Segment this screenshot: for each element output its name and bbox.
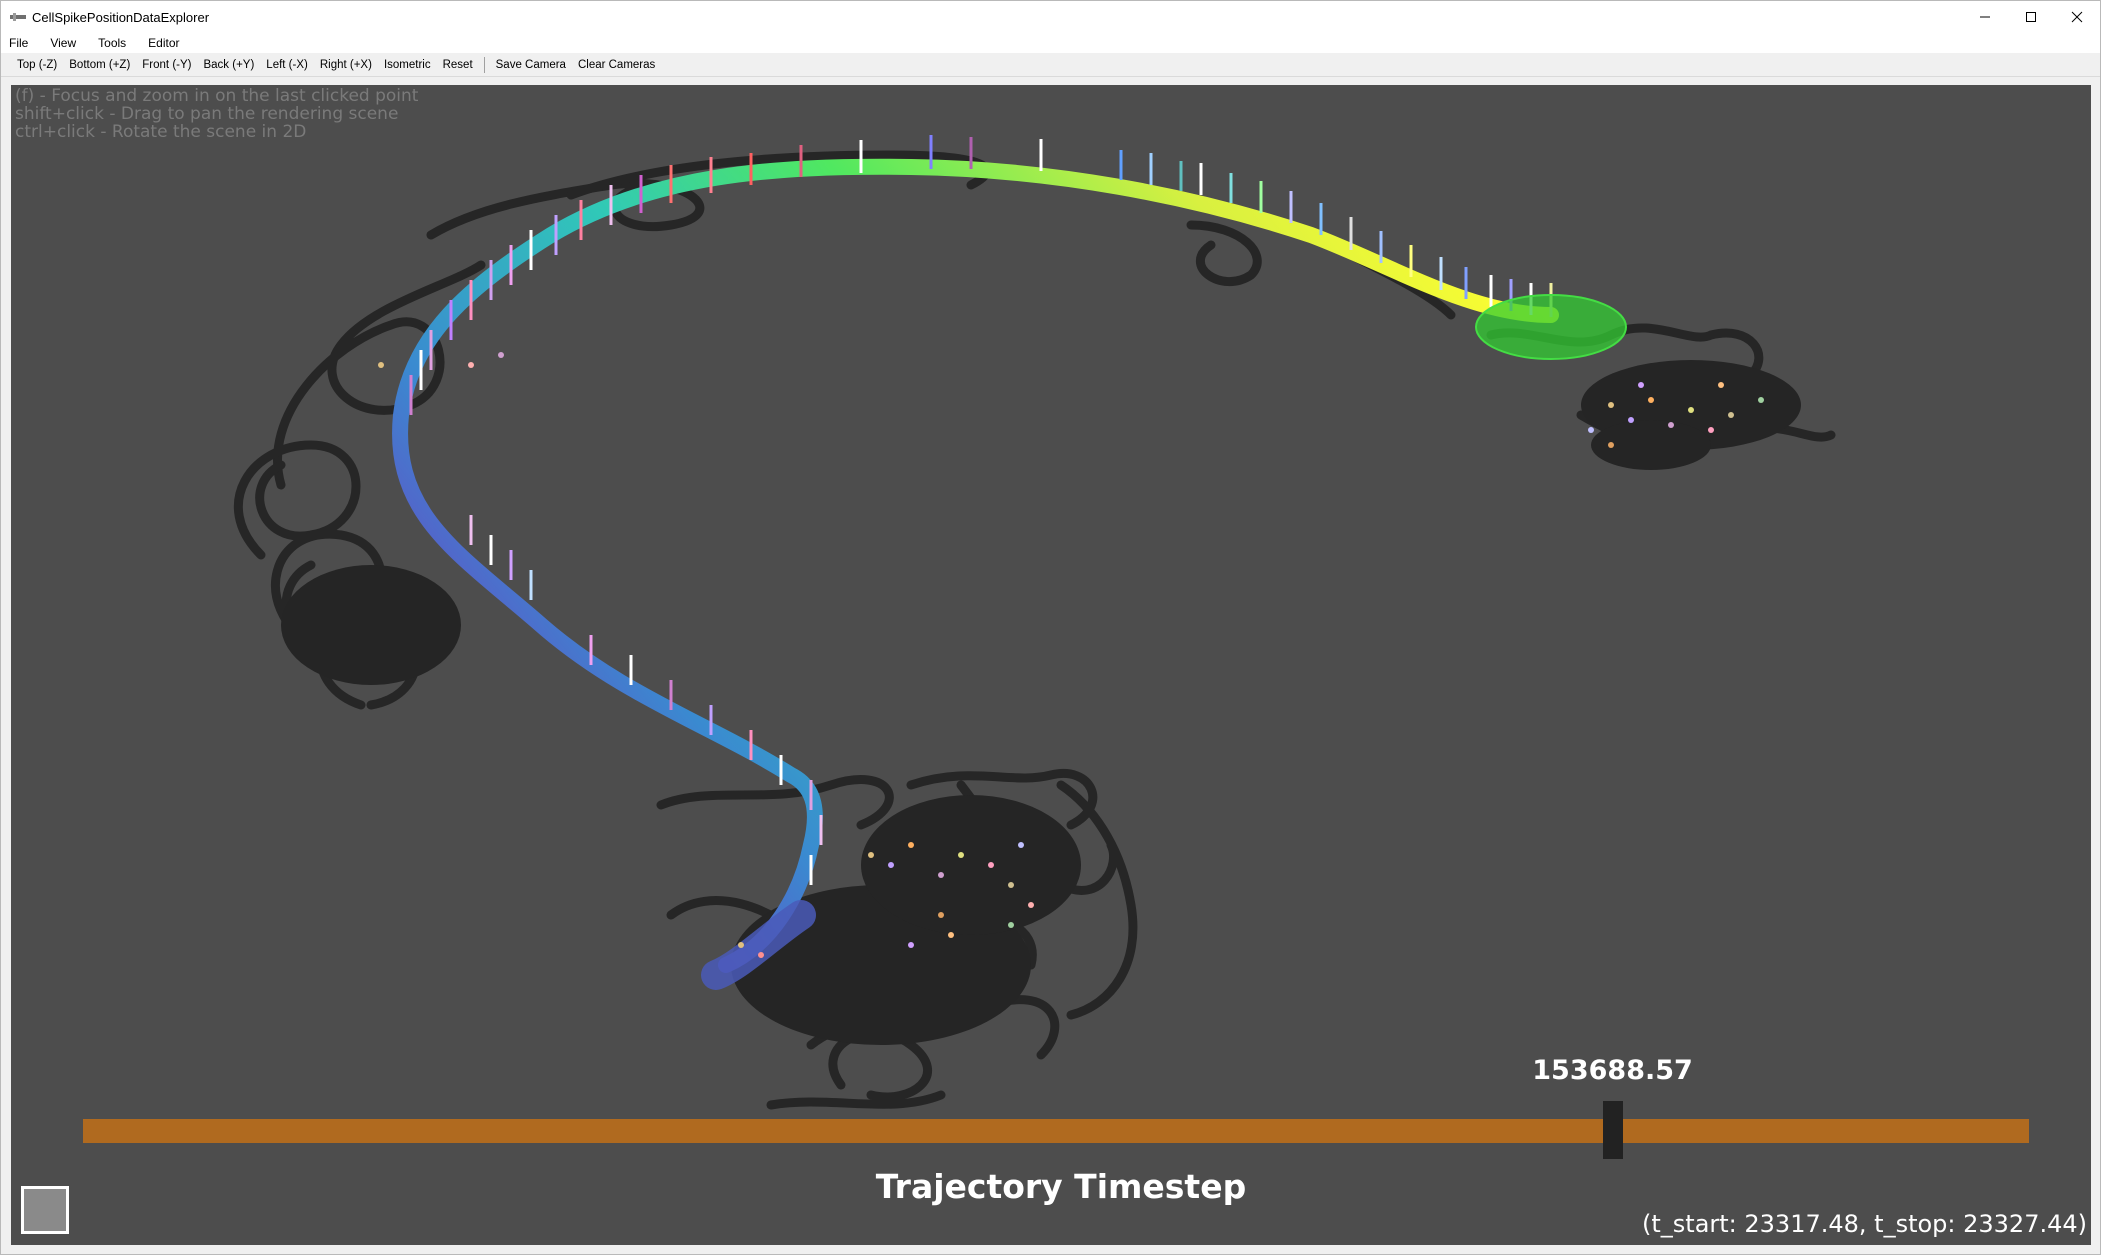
menu-file[interactable]: File (9, 36, 28, 50)
view-left-button[interactable]: Left (-X) (260, 59, 314, 71)
shadow-blobs (281, 360, 1801, 1045)
close-button[interactable] (2054, 1, 2100, 33)
help-line-rotate: ctrl+click - Rotate the scene in 2D (15, 122, 307, 142)
app-icon (10, 13, 26, 21)
clear-cameras-button[interactable]: Clear Cameras (572, 59, 661, 71)
app-window: CellSpikePositionDataExplorer File View … (0, 0, 2101, 1255)
help-text: (f) - Focus and zoom in on the last clic… (15, 87, 418, 141)
toolbar-separator (483, 56, 485, 73)
help-line-focus: (f) - Focus and zoom in on the last clic… (15, 86, 419, 106)
slider-handle[interactable] (1602, 1101, 1623, 1159)
save-camera-button[interactable]: Save Camera (490, 59, 572, 71)
view-right-button[interactable]: Right (+X) (314, 59, 378, 71)
view-top-button[interactable]: Top (-Z) (11, 59, 63, 71)
minimize-button[interactable] (1962, 1, 2008, 33)
maximize-icon (2026, 12, 2036, 22)
current-position-marker[interactable] (1475, 294, 1627, 360)
orientation-widget[interactable] (21, 1186, 69, 1234)
view-back-button[interactable]: Back (+Y) (197, 59, 260, 71)
minimize-icon (1980, 16, 1990, 18)
view-front-button[interactable]: Front (-Y) (136, 59, 197, 71)
maximize-button[interactable] (2008, 1, 2054, 33)
view-bottom-button[interactable]: Bottom (+Z) (63, 59, 136, 71)
window-controls (1962, 1, 2100, 33)
close-icon (2071, 11, 2083, 23)
menu-view[interactable]: View (50, 36, 76, 50)
help-line-pan: shift+click - Drag to pan the rendering … (15, 104, 399, 124)
view-isometric-button[interactable]: Isometric (378, 59, 437, 71)
window-title: CellSpikePositionDataExplorer (32, 9, 210, 25)
render-viewport[interactable]: (f) - Focus and zoom in on the last clic… (11, 85, 2091, 1245)
slider-value-label: 153688.57 (1532, 1055, 1693, 1086)
timestep-slider[interactable] (83, 1101, 2029, 1159)
menu-tools[interactable]: Tools (98, 36, 126, 50)
trajectory-scene[interactable] (11, 85, 2091, 1245)
menu-editor[interactable]: Editor (148, 36, 179, 50)
slider-title: Trajectory Timestep (875, 1167, 1247, 1206)
time-range-label: (t_start: 23317.48, t_stop: 23327.44) (1642, 1210, 2087, 1238)
camera-toolbar: Top (-Z) Bottom (+Z) Front (-Y) Back (+Y… (1, 53, 2100, 77)
title-bar[interactable]: CellSpikePositionDataExplorer (1, 1, 2100, 33)
view-reset-button[interactable]: Reset (437, 59, 479, 71)
menu-bar: File View Tools Editor (1, 33, 2100, 53)
